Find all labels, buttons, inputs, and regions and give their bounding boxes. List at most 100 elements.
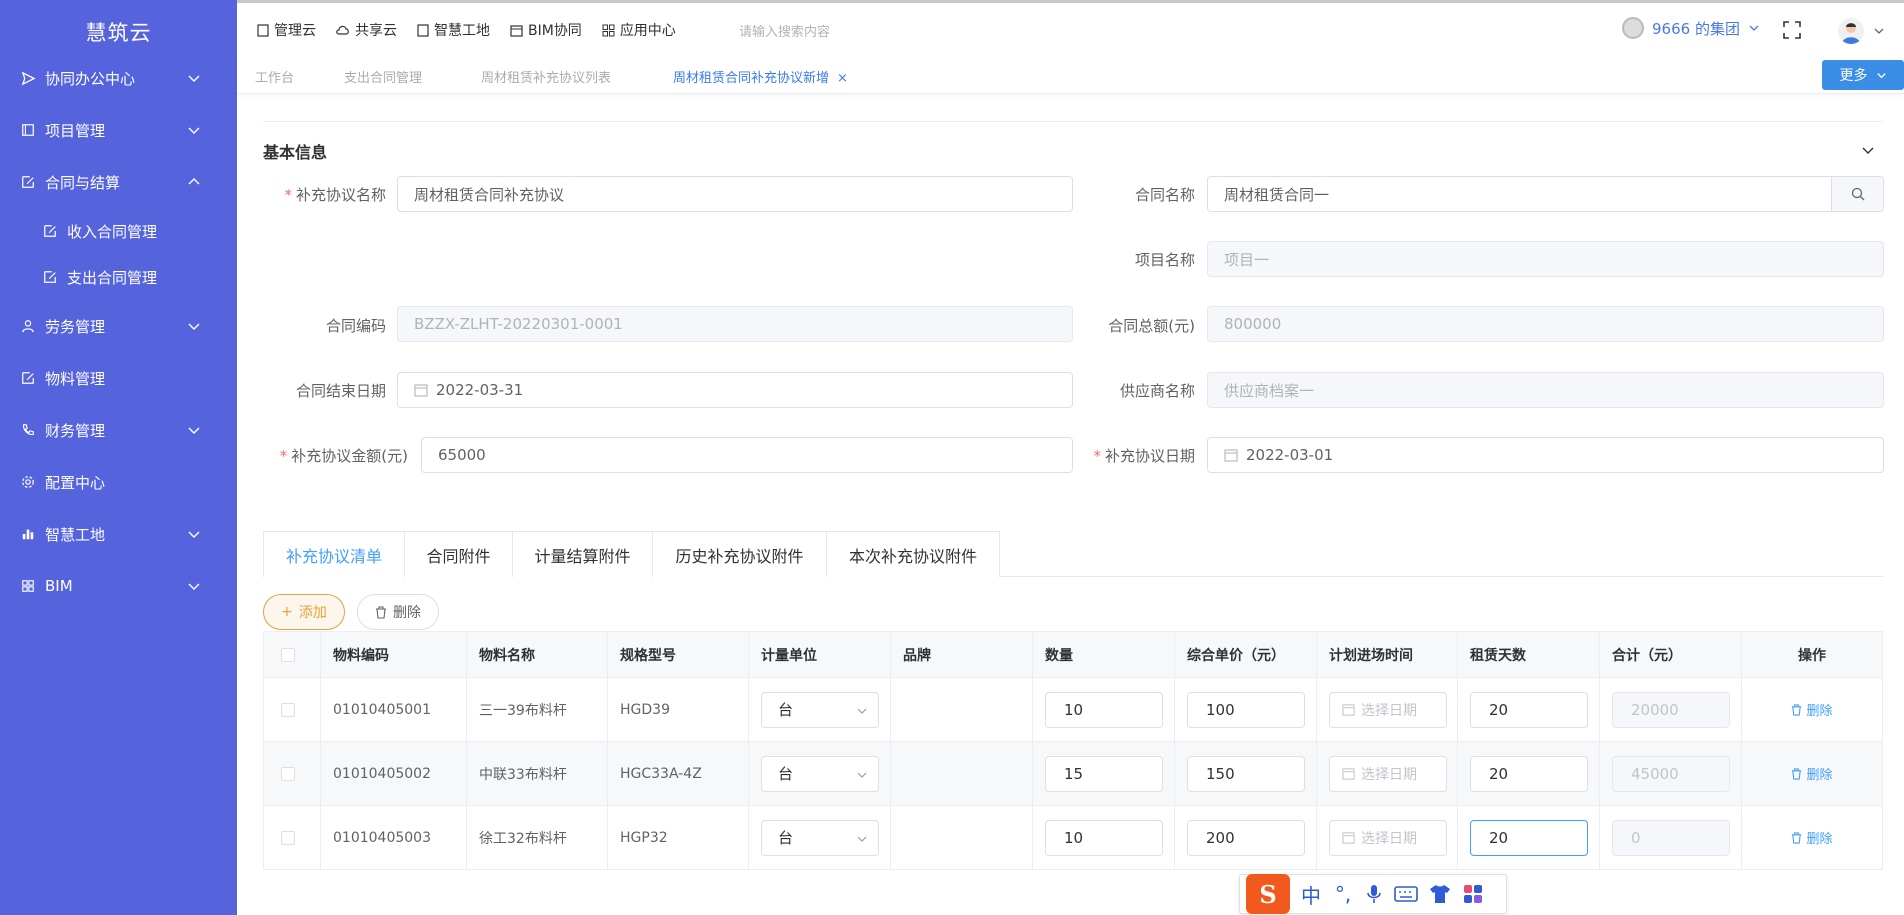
chevron-down-icon[interactable]: [1873, 25, 1885, 37]
material-code-cell: 01010405002: [321, 742, 467, 805]
keyboard-icon[interactable]: [1394, 885, 1418, 903]
divider: [263, 121, 1883, 122]
topnav-smart-site[interactable]: 智慧工地: [417, 20, 490, 40]
unit-value: 台: [778, 701, 794, 719]
days-input[interactable]: 20: [1470, 819, 1588, 856]
tab-history-attachments[interactable]: 历史补充协议附件: [652, 531, 827, 577]
fullscreen-icon[interactable]: [1783, 21, 1801, 39]
supplement-items-table: 物料编码 物料名称 规格型号 计量单位 品牌 数量 综合单价（元） 计划进场时间…: [263, 631, 1883, 870]
cloud-icon: [336, 25, 349, 35]
date-placeholder: 选择日期: [1361, 702, 1417, 719]
close-icon[interactable]: ×: [837, 71, 848, 86]
global-search-input[interactable]: 请输入搜索内容: [739, 21, 830, 40]
tab-contract-attachments[interactable]: 合同附件: [404, 531, 513, 577]
supplement-amount-input[interactable]: 65000: [421, 437, 1073, 473]
tab-measure-attachments[interactable]: 计量结算附件: [512, 531, 653, 577]
row-checkbox[interactable]: [281, 702, 295, 717]
action-cell: 删除: [1742, 678, 1883, 741]
topnav-manage-cloud[interactable]: 管理云: [257, 20, 316, 40]
unit-select[interactable]: 台: [761, 819, 879, 856]
plan-date-picker[interactable]: 选择日期: [1329, 819, 1447, 856]
avatar[interactable]: [1838, 18, 1864, 44]
top-bar: 管理云 共享云 智慧工地 BIM协同 应用中心 请输入搜索内容 9666 的集团: [237, 0, 1904, 56]
sidebar-item-project[interactable]: 项目管理: [0, 110, 237, 150]
ime-logo[interactable]: S: [1246, 874, 1290, 914]
sidebar-item-label: BIM: [45, 577, 73, 595]
tab-workbench[interactable]: 工作台: [255, 67, 294, 86]
tab-expense-contract[interactable]: 支出合同管理: [344, 67, 422, 86]
edit-doc-icon: [42, 223, 58, 239]
sidebar-item-smart-site[interactable]: 智慧工地: [0, 514, 237, 554]
add-button[interactable]: + 添加: [263, 594, 345, 630]
sidebar-item-income-contract[interactable]: 收入合同管理: [0, 211, 237, 251]
row-select-cell: [264, 678, 321, 741]
header-cell: 计划进场时间: [1317, 632, 1458, 677]
tab-supplement-new[interactable]: 周材租赁合同补充协议新增 ×: [673, 67, 848, 86]
total-cell: 45000: [1600, 742, 1742, 805]
chevron-down-icon[interactable]: [1860, 142, 1876, 158]
sidebar-item-label: 协同办公中心: [45, 69, 136, 88]
sidebar-item-finance[interactable]: 财务管理: [0, 410, 237, 450]
delete-button[interactable]: 删除: [357, 594, 439, 630]
qty-cell: 10: [1033, 678, 1175, 741]
plan-date-picker[interactable]: 选择日期: [1329, 755, 1447, 792]
contract-search-button[interactable]: [1831, 177, 1883, 211]
tab-supplement-items[interactable]: 补充协议清单: [263, 531, 405, 577]
topnav-share-cloud[interactable]: 共享云: [336, 20, 397, 40]
phone-icon: [20, 422, 36, 438]
days-input[interactable]: 20: [1470, 691, 1588, 728]
row-delete-link[interactable]: 删除: [1791, 764, 1833, 783]
microphone-icon[interactable]: [1364, 883, 1384, 905]
sidebar-item-expense-contract[interactable]: 支出合同管理: [0, 257, 237, 297]
chevron-down-icon: [188, 75, 200, 82]
more-button[interactable]: 更多: [1822, 60, 1904, 90]
row-delete-link[interactable]: 删除: [1791, 828, 1833, 847]
days-cell: 20: [1458, 806, 1600, 869]
qty-input[interactable]: 15: [1045, 755, 1163, 792]
required-mark: *: [279, 447, 288, 465]
sub-tabs: 补充协议清单 合同附件 计量结算附件 历史补充协议附件 本次补充协议附件: [263, 531, 1883, 577]
skin-shirt-icon[interactable]: [1428, 883, 1452, 905]
tab-current-attachments[interactable]: 本次补充协议附件: [826, 531, 1000, 577]
supplement-date-picker[interactable]: 2022-03-01: [1207, 437, 1884, 473]
brand-title: 慧筑云: [85, 21, 152, 45]
sidebar-item-contract[interactable]: 合同与结算: [0, 162, 237, 202]
plan-date-picker[interactable]: 选择日期: [1329, 691, 1447, 728]
row-checkbox[interactable]: [281, 766, 295, 781]
tab-supplement-list[interactable]: 周材租赁补充协议列表: [481, 67, 611, 86]
sidebar-item-bim[interactable]: BIM: [0, 566, 237, 606]
spec-cell: HGP32: [608, 806, 749, 869]
sidebar-item-config[interactable]: 配置中心: [0, 462, 237, 502]
material-code-cell: 01010405003: [321, 806, 467, 869]
contract-name-input[interactable]: 周材租赁合同一: [1207, 176, 1884, 212]
edit-doc-icon: [42, 269, 58, 285]
sidebar-item-labor[interactable]: 劳务管理: [0, 306, 237, 346]
unit-select[interactable]: 台: [761, 755, 879, 792]
sidebar-item-material[interactable]: 物料管理: [0, 358, 237, 398]
qty-input[interactable]: 10: [1045, 691, 1163, 728]
group-selector[interactable]: 9666 的集团: [1622, 17, 1760, 39]
supplement-name-input[interactable]: 周材租赁合同补充协议: [397, 176, 1073, 212]
plan-date-cell: 选择日期: [1317, 742, 1458, 805]
sidebar-item-office[interactable]: 协同办公中心: [0, 58, 237, 98]
unit-select[interactable]: 台: [761, 691, 879, 728]
table-header-row: 物料编码 物料名称 规格型号 计量单位 品牌 数量 综合单价（元） 计划进场时间…: [264, 632, 1883, 678]
gear-icon: [20, 474, 36, 490]
toolbox-icon[interactable]: [1462, 883, 1484, 905]
ime-punct-toggle[interactable]: °,: [1332, 882, 1354, 906]
topnav-bim[interactable]: BIM协同: [510, 20, 582, 40]
qty-input[interactable]: 10: [1045, 819, 1163, 856]
row-delete-link[interactable]: 删除: [1791, 700, 1833, 719]
ime-lang-toggle[interactable]: 中: [1300, 880, 1322, 909]
select-all-checkbox[interactable]: [281, 647, 295, 662]
days-input[interactable]: 20: [1470, 755, 1588, 792]
contract-end-date-picker[interactable]: 2022-03-31: [397, 372, 1073, 408]
row-checkbox[interactable]: [281, 830, 295, 845]
ime-toolbar: S 中 °,: [1239, 874, 1507, 914]
days-cell: 20: [1458, 678, 1600, 741]
price-input[interactable]: 200: [1187, 819, 1305, 856]
price-input[interactable]: 100: [1187, 691, 1305, 728]
price-input[interactable]: 150: [1187, 755, 1305, 792]
row-select-cell: [264, 806, 321, 869]
topnav-app-center[interactable]: 应用中心: [602, 20, 676, 40]
